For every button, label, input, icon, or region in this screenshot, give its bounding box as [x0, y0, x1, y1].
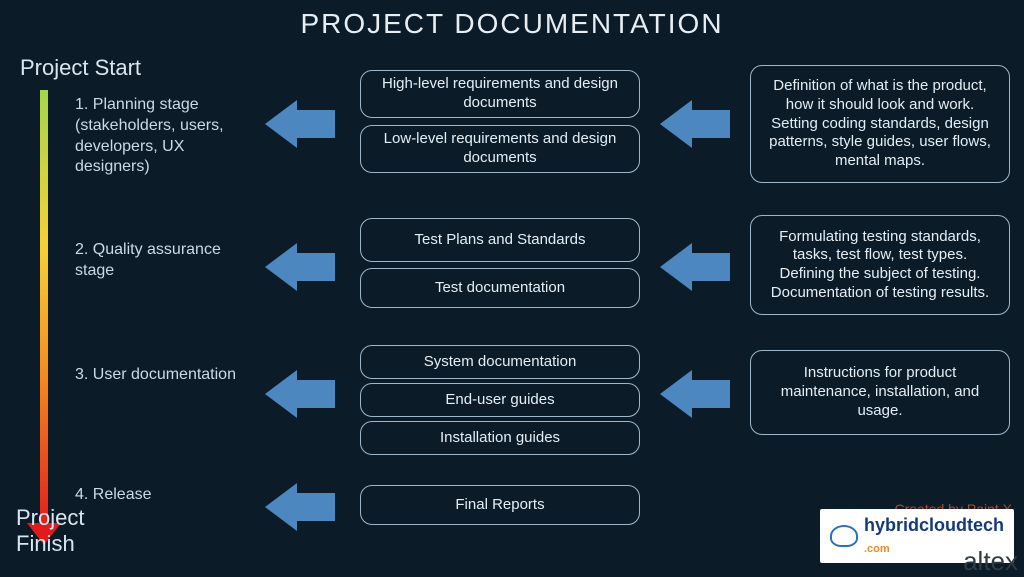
timeline-gradient-bar — [40, 90, 48, 530]
box-install-guides: Installation guides — [360, 421, 640, 455]
page-title: PROJECT DOCUMENTATION — [0, 0, 1024, 40]
stage-label-planning: 1. Planning stage (stakeholders, users, … — [75, 95, 255, 178]
arrow-left-icon — [265, 100, 335, 148]
box-final-reports: Final Reports — [360, 485, 640, 525]
box-high-level-reqs: High-level requirements and design docum… — [360, 70, 640, 118]
arrow-left-icon — [265, 483, 335, 531]
box-desc-userdoc: Instructions for product maintenance, in… — [750, 350, 1010, 435]
timeline-finish-label: Project Finish — [16, 505, 141, 557]
arrow-left-icon — [660, 243, 730, 291]
arrow-left-icon — [660, 100, 730, 148]
cloud-icon — [830, 525, 858, 547]
stage-label-userdoc: 3. User documentation — [75, 365, 255, 386]
stage-label-release: 4. Release — [75, 485, 255, 506]
logo-text: hybridcloudtech — [864, 515, 1004, 535]
box-system-doc: System documentation — [360, 345, 640, 379]
arrow-left-icon — [265, 370, 335, 418]
timeline-start-label: Project Start — [20, 55, 141, 81]
box-desc-qa: Formulating testing standards, tasks, te… — [750, 215, 1010, 315]
altex-watermark: altex — [963, 546, 1018, 577]
stage-label-qa: 2. Quality assurance stage — [75, 240, 255, 282]
box-low-level-reqs: Low-level requirements and design docume… — [360, 125, 640, 173]
box-enduser-guides: End-user guides — [360, 383, 640, 417]
box-test-documentation: Test documentation — [360, 268, 640, 308]
timeline: Project Start Project Finish 1. Planning… — [20, 55, 141, 557]
arrow-left-icon — [265, 243, 335, 291]
box-desc-planning: Definition of what is the product, how i… — [750, 65, 1010, 183]
logo-suffix: .com — [864, 543, 890, 555]
arrow-left-icon — [660, 370, 730, 418]
box-test-plans: Test Plans and Standards — [360, 218, 640, 262]
